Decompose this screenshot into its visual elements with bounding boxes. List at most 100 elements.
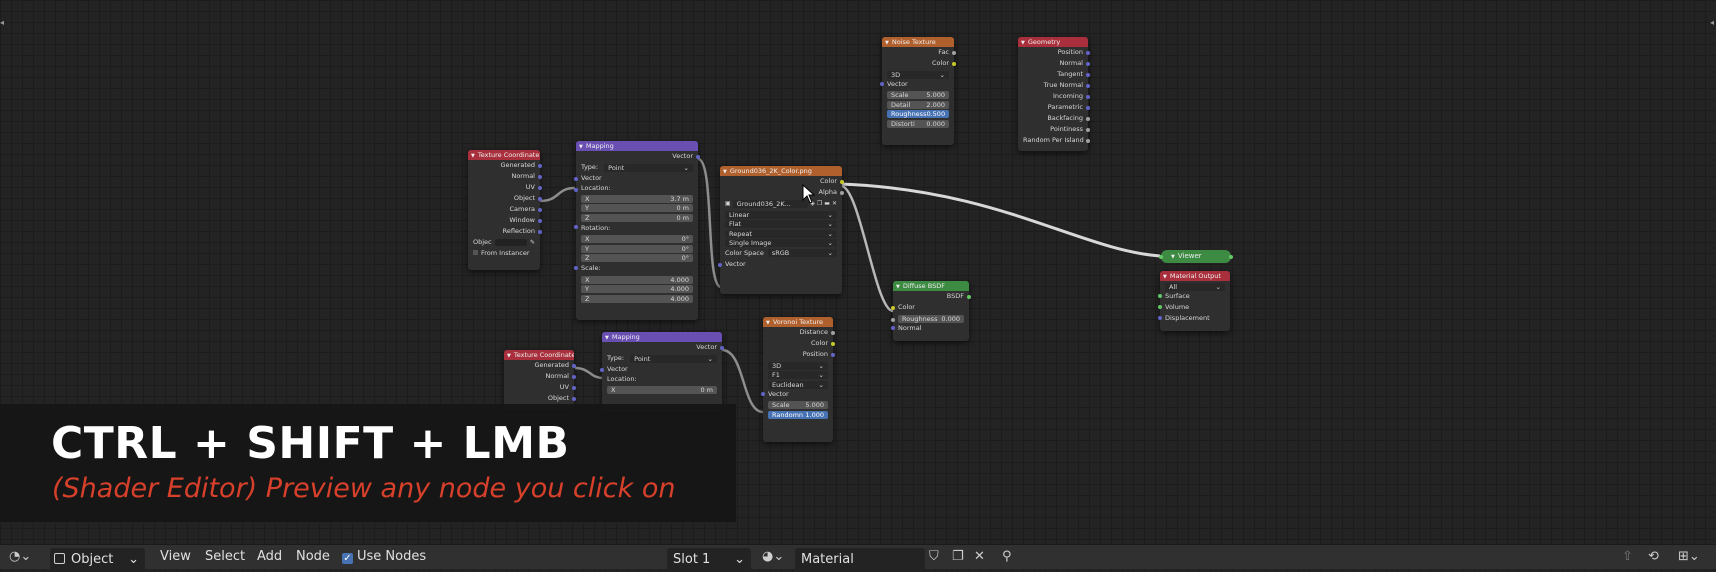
socket-row-displacement[interactable]: Displacement [1158,313,1230,324]
interpolation-dropdown[interactable]: Linear ⌄ [725,210,837,219]
socket-row-alpha[interactable]: Alpha [720,187,844,198]
type-dropdown[interactable]: Point ⌄ [604,164,693,173]
socket-output[interactable] [1086,127,1090,132]
image-name-field[interactable]: Ground036_2K... [732,199,809,208]
color-space-dropdown[interactable]: sRGB ⌄ [767,249,837,257]
location-y-field[interactable]: Y 0 m [581,204,693,212]
socket-row-normal[interactable]: Normal [1018,58,1090,69]
dimensions-dropdown[interactable]: 3D ⌄ [768,361,828,370]
socket-output[interactable] [538,163,542,168]
slot-dropdown[interactable]: Slot 1 ⌄ [667,548,751,572]
socket-output[interactable] [952,61,956,66]
rotation-z-field[interactable]: Z 0° [581,254,693,262]
from-instancer-row[interactable]: From Instancer [468,248,540,259]
node-header[interactable]: ▼ Texture Coordinate [468,150,540,160]
socket-output[interactable] [831,352,835,357]
menu-select[interactable]: Select [205,545,245,569]
socket-output[interactable] [538,218,542,223]
object-picker-row[interactable]: Objec ✎ [468,237,540,248]
distortion-field[interactable]: Distorti 0.000 [887,119,949,128]
socket-input[interactable] [574,225,578,229]
socket-row-true-normal[interactable]: True Normal [1018,80,1090,91]
menu-node[interactable]: Node [296,545,330,569]
type-row[interactable]: Type: Point ⌄ [576,162,698,173]
mapping-node[interactable]: ▼ Mapping Vector Type: Point ⌄ Vector Locat… [600,332,724,412]
target-dropdown[interactable]: All ⌄ [1165,282,1225,291]
socket-row-camera[interactable]: Camera [468,204,542,215]
socket-output[interactable] [538,185,542,190]
left-region-arrow-icon[interactable]: ◂ [0,18,4,27]
socket-input[interactable] [1158,305,1162,309]
arrow-up-icon[interactable]: ⇧ [1622,545,1633,569]
socket-output[interactable] [1086,83,1090,88]
node-header[interactable]: ▼ Texture Coordinate [504,350,574,360]
socket-input[interactable] [891,326,895,330]
from-instancer-checkbox[interactable] [473,250,478,255]
socket-row-window[interactable]: Window [468,215,542,226]
close-icon[interactable]: ✕ [974,545,985,569]
socket-output[interactable] [1086,105,1090,110]
node-header[interactable]: ▼ Ground036_2K_Color.png [720,166,842,176]
socket-output[interactable] [572,374,576,379]
socket-row-generated[interactable]: Generated [468,160,542,171]
image-icon[interactable]: ▣ [725,200,731,207]
socket-row-surface[interactable]: Surface [1158,291,1230,302]
socket-output[interactable] [831,341,835,346]
socket-input[interactable] [1158,294,1162,298]
socket-output[interactable] [696,154,700,159]
location-x-field[interactable]: X 0 m [607,385,717,394]
node-header[interactable]: ▼ Diffuse BSDF [893,281,969,291]
menu-view[interactable]: View [160,545,191,569]
menu-add[interactable]: Add [257,545,282,569]
socket-row-pointiness[interactable]: Pointiness [1018,124,1090,135]
socket-row-uv[interactable]: UV [468,182,542,193]
socket-input[interactable] [600,367,604,372]
socket-output[interactable] [840,190,844,195]
socket-input[interactable] [1159,254,1163,259]
socket-output[interactable] [538,174,542,179]
diffuse-bsdf-node[interactable]: ▼ Diffuse BSDF BSDF Color Roughness 0.000 … [891,281,971,341]
socket-output[interactable] [1086,72,1090,77]
eyedropper-icon[interactable]: ✎ [530,237,535,248]
socket-row-volume[interactable]: Volume [1158,302,1230,313]
folder-icon[interactable]: ▬ [824,200,830,207]
location-z-field[interactable]: Z 0 m [581,213,693,222]
material-sphere-icon[interactable]: ◕⌄ [762,545,784,569]
socket-output[interactable] [538,207,542,212]
socket-output[interactable] [1086,50,1090,55]
roughness-field[interactable]: Roughness 0.500 [887,110,949,118]
use-nodes-checkbox[interactable]: ✓ [342,553,353,564]
socket-row-normal-in[interactable]: Normal [891,323,969,334]
socket-output[interactable] [1086,116,1090,121]
type-dropdown[interactable]: Point ⌄ [630,355,717,364]
object-type-dropdown[interactable]: Object ⌄ [50,548,145,572]
metric-dropdown[interactable]: Euclidean ⌄ [768,380,828,389]
texture-coordinate-node[interactable]: ▼ Texture Coordinate Generated Normal UV … [504,350,576,410]
duplicate-icon[interactable]: ❐ [952,545,964,569]
overlay-icon[interactable]: ⊞⌄ [1678,545,1700,569]
socket-input[interactable] [574,187,578,192]
socket-row-color[interactable]: Color [882,58,956,69]
scale-x-field[interactable]: X 4.000 [581,275,693,284]
socket-output[interactable] [720,345,724,350]
material-output-node[interactable]: ▼ Material Output All ⌄ Surface Volume Dis… [1158,271,1230,331]
socket-row-position[interactable]: Position [1018,47,1090,58]
socket-row-tangent[interactable]: Tangent [1018,69,1090,80]
mapping-node[interactable]: ▼ Mapping Vector Type: Point ⌄ Vector Locat… [574,141,700,320]
image-texture-node[interactable]: ▼ Ground036_2K_Color.png Color Alpha ▣ Gr… [718,166,844,294]
image-selector-row[interactable]: ▣ Ground036_2K... ◈ ❐ ▬ ✕ [720,198,842,209]
node-header[interactable]: ▼ Geometry [1018,37,1088,47]
socket-row-vector-in[interactable]: Vector [880,79,954,90]
socket-row-vector-out[interactable]: Vector [602,342,724,353]
right-region-arrow-icon[interactable]: ◂ [1710,18,1714,27]
socket-row-fac[interactable]: Fac [882,47,956,58]
scale-z-field[interactable]: Z 4.000 [581,294,693,303]
node-header[interactable]: ▼ Material Output [1160,271,1230,281]
close-icon[interactable]: ✕ [832,200,837,207]
socket-row-random-per-island[interactable]: Random Per Island [1018,135,1090,146]
socket-row-normal[interactable]: Normal [468,171,542,182]
socket-input[interactable] [891,305,895,310]
dimensions-dropdown[interactable]: 3D ⌄ [887,70,949,79]
scale-field[interactable]: Scale 5.000 [887,91,949,99]
socket-row-vector-out[interactable]: Vector [576,151,700,162]
